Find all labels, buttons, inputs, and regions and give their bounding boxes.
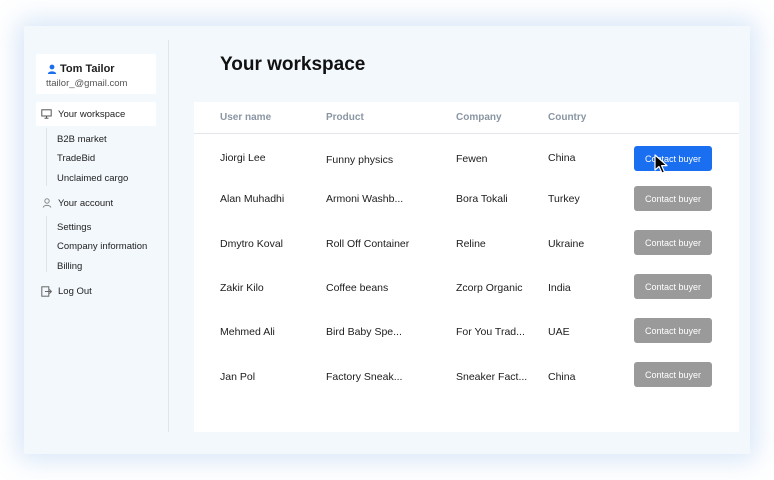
cell-user-name: Mehmed Ali (220, 326, 275, 338)
cell-user-name: Alan Muhadhi (220, 193, 285, 205)
contact-buyer-button[interactable]: Contact buyer (634, 318, 712, 343)
page-title: Your workspace (220, 54, 366, 75)
cell-user-name: Jiorgi Lee (220, 152, 266, 164)
cell-country: Turkey (548, 193, 580, 205)
nav-your-workspace-label: Your workspace (58, 108, 126, 120)
mouse-cursor-icon (654, 154, 668, 174)
column-header-user-name[interactable]: User name (220, 112, 271, 123)
sidebar-item-b2b-market[interactable]: B2B market (57, 134, 107, 145)
user-card[interactable]: Tom Tailor ttailor_@gmail.com (36, 54, 156, 94)
nav-your-account-label: Your account (58, 197, 114, 209)
cell-user-name: Zakir Kilo (220, 282, 264, 294)
tree-line (46, 216, 47, 272)
table-row: Jan Pol Factory Sneak... Sneaker Fact...… (194, 362, 739, 402)
sidebar: Tom Tailor ttailor_@gmail.com Your works… (24, 26, 170, 454)
nav-log-out[interactable]: Log Out (36, 279, 156, 303)
sidebar-item-company-information[interactable]: Company information (57, 241, 147, 252)
sidebar-item-billing[interactable]: Billing (57, 261, 82, 272)
table-row: Dmytro Koval Roll Off Container Reline U… (194, 230, 739, 270)
user-name: Tom Tailor (60, 63, 115, 75)
cell-company: Reline (456, 238, 486, 250)
contact-buyer-button[interactable]: Contact buyer (634, 186, 712, 211)
sidebar-item-unclaimed-cargo[interactable]: Unclaimed cargo (57, 173, 128, 184)
nav-your-account[interactable]: Your account (36, 191, 156, 215)
contact-buyer-button[interactable]: Contact buyer (634, 274, 712, 299)
user-email: ttailor_@gmail.com (46, 78, 128, 89)
tree-line (46, 128, 47, 186)
buyers-table: User name Product Company Country Jiorgi… (194, 102, 739, 432)
cell-country: UAE (548, 326, 570, 338)
nav-log-out-label: Log Out (58, 285, 92, 297)
sidebar-item-tradebid[interactable]: TradeBid (57, 153, 95, 164)
cell-product: Armoni Washb... (326, 193, 404, 205)
cell-product: Funny physics (326, 154, 394, 166)
cell-product: Factory Sneak... (326, 371, 403, 383)
table-row: Mehmed Ali Bird Baby Spe... For You Trad… (194, 318, 739, 358)
column-header-country[interactable]: Country (548, 112, 586, 123)
cell-country: China (548, 371, 576, 383)
contact-buyer-button[interactable]: Contact buyer (634, 230, 712, 255)
nav-your-workspace[interactable]: Your workspace (36, 102, 156, 126)
cell-country: Ukraine (548, 238, 585, 250)
cell-product: Roll Off Container (326, 238, 410, 250)
table-row: Zakir Kilo Coffee beans Zcorp Organic In… (194, 274, 739, 314)
cell-product: Bird Baby Spe... (326, 326, 402, 338)
cell-product: Coffee beans (326, 282, 389, 294)
table-header: User name Product Company Country (194, 102, 739, 134)
monitor-icon (41, 109, 52, 120)
cell-company: Sneaker Fact... (456, 371, 528, 383)
cell-company: Bora Tokali (456, 193, 508, 205)
contact-buyer-button[interactable]: Contact buyer (634, 146, 712, 171)
cell-user-name: Jan Pol (220, 371, 256, 383)
table-row: Alan Muhadhi Armoni Washb... Bora Tokali… (194, 186, 739, 226)
cell-user-name: Dmytro Koval (220, 238, 284, 250)
column-header-company[interactable]: Company (456, 112, 502, 123)
contact-buyer-button[interactable]: Contact buyer (634, 362, 712, 387)
sidebar-item-settings[interactable]: Settings (57, 222, 91, 233)
cell-company: For You Trad... (456, 326, 525, 338)
cell-country: India (548, 282, 571, 294)
cell-company: Fewen (456, 153, 488, 165)
column-header-product[interactable]: Product (326, 112, 364, 123)
person-outline-icon (41, 198, 52, 209)
app-window: Tom Tailor ttailor_@gmail.com Your works… (24, 26, 750, 454)
cell-company: Zcorp Organic (456, 282, 523, 294)
user-name-row: Tom Tailor (46, 63, 115, 75)
sidebar-divider (168, 40, 169, 432)
person-icon (46, 64, 57, 75)
logout-icon (41, 285, 52, 297)
cell-country: China (548, 152, 576, 164)
